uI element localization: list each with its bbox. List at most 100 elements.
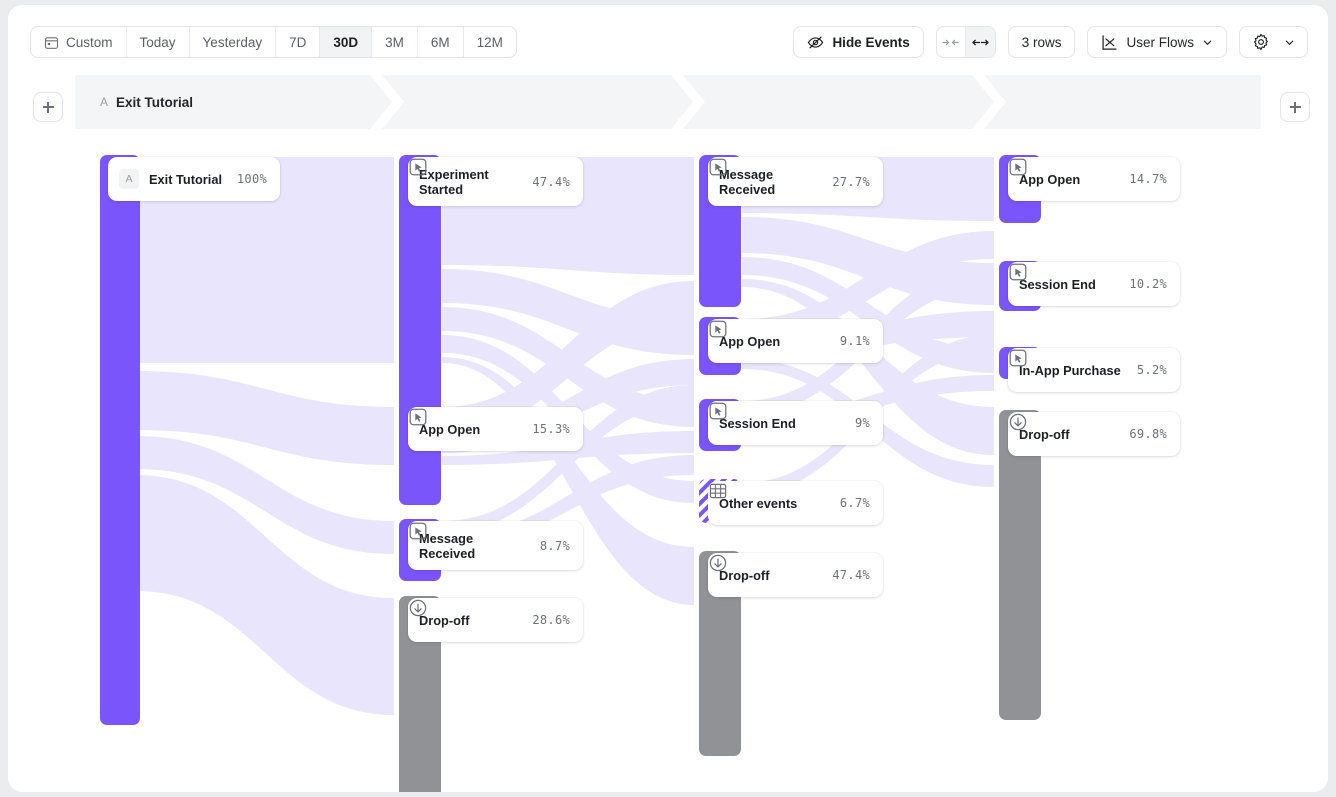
- sankey-node-value: 69.8%: [1129, 427, 1167, 441]
- arrow-down-circle-icon: [1008, 412, 1028, 432]
- sankey-bar-dropoff-c3[interactable]: [999, 410, 1041, 720]
- date-range-segmented-control[interactable]: Custom Today Yesterday 7D 30D 3M 6M 12M: [30, 26, 517, 58]
- sankey-node-app-open-c2[interactable]: App Open 9.1%: [708, 319, 883, 363]
- eye-off-icon: [807, 34, 824, 51]
- date-range-custom[interactable]: Custom: [31, 27, 127, 57]
- expand-width-button[interactable]: [966, 27, 995, 57]
- sankey-node-value: 28.6%: [532, 613, 570, 627]
- sankey-node-other-events[interactable]: Other events 6.7%: [708, 481, 883, 525]
- breadcrumb-step-label: Exit Tutorial: [116, 95, 193, 110]
- sankey-node-label: Drop-off: [419, 613, 522, 628]
- flow-chart-icon: [1101, 34, 1118, 51]
- toolbar-right-controls: Hide Events: [793, 26, 1308, 58]
- hide-events-label: Hide Events: [832, 35, 909, 50]
- sankey-node-in-app-purchase-c3[interactable]: In-App Purchase 5.2%: [1008, 348, 1180, 392]
- breadcrumb-background: [75, 75, 1261, 129]
- sankey-node-label: Message Received: [419, 531, 530, 561]
- event-cursor-icon: [408, 521, 428, 541]
- breadcrumb-separator: [671, 75, 705, 129]
- sankey-node-label: Message Received: [719, 167, 822, 197]
- event-cursor-icon: [1008, 348, 1028, 368]
- rows-count-label: 3 rows: [1022, 35, 1062, 50]
- date-range-6m[interactable]: 6M: [418, 27, 464, 57]
- sankey-node-label: App Open: [719, 334, 830, 349]
- event-cursor-icon: [1008, 262, 1028, 282]
- hide-events-button[interactable]: Hide Events: [793, 26, 923, 58]
- sankey-node-value: 47.4%: [532, 175, 570, 189]
- rows-count-button[interactable]: 3 rows: [1008, 26, 1076, 58]
- date-range-3m[interactable]: 3M: [372, 27, 418, 57]
- chevron-down-icon: [1284, 37, 1295, 48]
- collapse-width-button[interactable]: [937, 27, 966, 57]
- add-step-left-button[interactable]: [33, 92, 63, 122]
- sankey-node-exit-tutorial[interactable]: A Exit Tutorial 100%: [108, 157, 280, 201]
- gear-icon: [1252, 33, 1270, 51]
- user-flows-app: Custom Today Yesterday 7D 30D 3M 6M 12M …: [8, 5, 1328, 792]
- date-range-yesterday-label: Yesterday: [203, 35, 263, 50]
- sankey-node-label: In-App Purchase: [1019, 363, 1127, 378]
- collapse-horizontal-icon: [942, 36, 959, 49]
- sankey-node-value: 9.1%: [840, 334, 870, 348]
- date-range-7d[interactable]: 7D: [276, 27, 320, 57]
- calendar-icon: [44, 35, 59, 50]
- add-step-right-button[interactable]: [1280, 92, 1310, 122]
- event-cursor-icon: [408, 157, 428, 177]
- date-range-yesterday[interactable]: Yesterday: [190, 27, 277, 57]
- view-type-dropdown[interactable]: User Flows: [1087, 26, 1227, 58]
- sankey-node-message-received-c2[interactable]: Message Received 27.7%: [708, 157, 883, 206]
- breadcrumb-separator: [972, 75, 1006, 129]
- event-cursor-icon: [708, 401, 728, 421]
- sankey-node-value: 27.7%: [832, 175, 870, 189]
- breadcrumb-step-badge: A: [100, 95, 108, 109]
- sankey-node-label: App Open: [1019, 172, 1119, 187]
- date-range-6m-label: 6M: [431, 35, 450, 50]
- sankey-node-value: 100%: [237, 172, 267, 186]
- sankey-node-session-end-c2[interactable]: Session End 9%: [708, 401, 883, 445]
- sankey-node-dropoff-c1[interactable]: Drop-off 28.6%: [408, 598, 583, 642]
- sankey-node-value: 14.7%: [1129, 172, 1167, 186]
- date-range-12m[interactable]: 12M: [464, 27, 516, 57]
- letter-badge-a: A: [119, 169, 139, 189]
- toolbar: Custom Today Yesterday 7D 30D 3M 6M 12M …: [8, 5, 1328, 67]
- width-mode-group: [936, 26, 996, 58]
- arrow-down-circle-icon: [708, 553, 728, 573]
- event-cursor-icon: [708, 319, 728, 339]
- chevron-down-icon: [1202, 37, 1213, 48]
- date-range-7d-label: 7D: [289, 35, 306, 50]
- sankey-node-session-end-c3[interactable]: Session End 10.2%: [1008, 262, 1180, 306]
- settings-dropdown-button[interactable]: [1239, 26, 1308, 58]
- event-cursor-icon: [708, 157, 728, 177]
- grid-table-icon: [708, 481, 728, 501]
- breadcrumb: A Exit Tutorial: [75, 75, 1261, 129]
- sankey-node-value: 15.3%: [532, 422, 570, 436]
- sankey-node-app-open-c3[interactable]: App Open 14.7%: [1008, 157, 1180, 201]
- sankey-node-label: Other events: [719, 496, 830, 511]
- breadcrumb-separator: [370, 75, 404, 129]
- sankey-node-label: Drop-off: [719, 568, 822, 583]
- sankey-node-label: Session End: [1019, 277, 1119, 292]
- date-range-today[interactable]: Today: [127, 27, 190, 57]
- sankey-node-label: Session End: [719, 416, 845, 431]
- sankey-node-value: 6.7%: [840, 496, 870, 510]
- sankey-node-app-open-c1[interactable]: App Open 15.3%: [408, 407, 583, 451]
- view-type-label: User Flows: [1126, 35, 1194, 50]
- sankey-node-label: Experiment Started: [419, 167, 522, 197]
- date-range-today-label: Today: [140, 35, 176, 50]
- sankey-chart: A Exit Tutorial 100% Experiment Started …: [8, 135, 1328, 775]
- sankey-node-dropoff-c3[interactable]: Drop-off 69.8%: [1008, 412, 1180, 456]
- sankey-node-value: 8.7%: [540, 539, 570, 553]
- sankey-node-value: 10.2%: [1129, 277, 1167, 291]
- date-range-custom-label: Custom: [66, 35, 113, 50]
- date-range-3m-label: 3M: [385, 35, 404, 50]
- sankey-node-label: Exit Tutorial: [149, 172, 227, 187]
- date-range-30d-label: 30D: [333, 35, 358, 50]
- sankey-node-dropoff-c2[interactable]: Drop-off 47.4%: [708, 553, 883, 597]
- sankey-node-value: 47.4%: [832, 568, 870, 582]
- sankey-bar-exit-tutorial[interactable]: [100, 155, 140, 725]
- sankey-node-value: 5.2%: [1137, 363, 1167, 377]
- date-range-30d[interactable]: 30D: [320, 27, 372, 57]
- sankey-node-experiment-started[interactable]: Experiment Started 47.4%: [408, 157, 583, 206]
- breadcrumb-step-exit-tutorial[interactable]: A Exit Tutorial: [100, 75, 193, 129]
- date-range-12m-label: 12M: [477, 35, 503, 50]
- sankey-node-message-received-c1[interactable]: Message Received 8.7%: [408, 521, 583, 570]
